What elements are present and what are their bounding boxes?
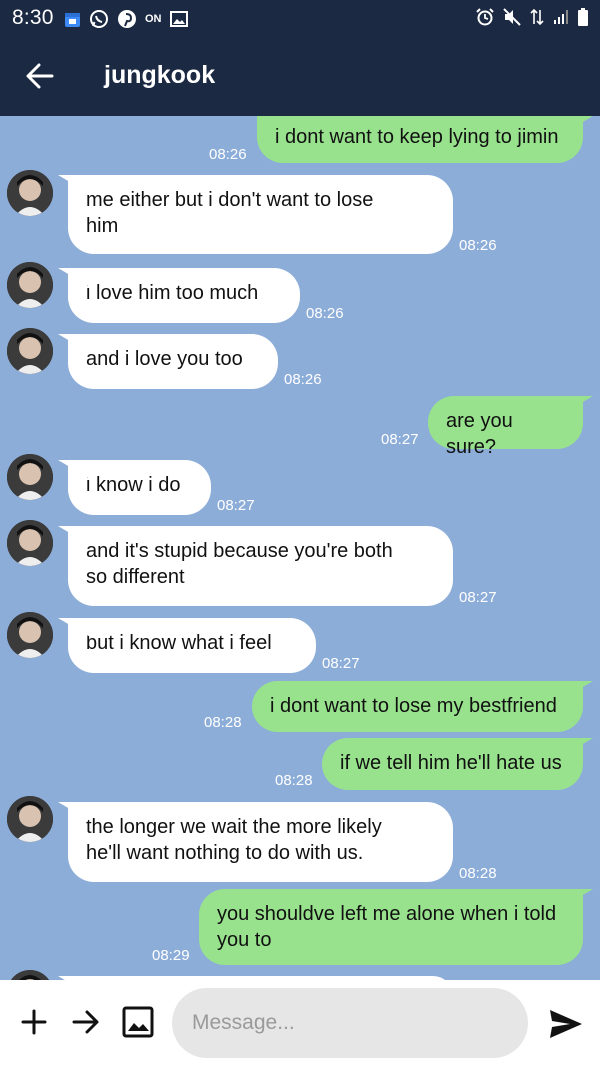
message-text: i love him too much <box>86 282 259 304</box>
on-icon: ON <box>145 13 162 25</box>
status-time: 8:30 <box>12 6 54 29</box>
plus-icon <box>21 1009 47 1035</box>
message-text: but i know what i feel <box>86 632 272 654</box>
chat-header: jungkook <box>0 36 600 116</box>
outgoing-message[interactable]: if we tell him he'll hate us <box>322 738 583 790</box>
message-text: i dont want to keep lying to jimin <box>275 126 559 148</box>
message-text: he'll want nothing to do with us. <box>86 842 364 864</box>
send-button[interactable] <box>544 1002 588 1046</box>
outgoing-message[interactable]: i dont want to lose my bestfriend <box>252 681 583 732</box>
message-text: you shouldve left me alone when i told <box>217 903 557 925</box>
pinterest-icon <box>117 9 137 29</box>
outgoing-message[interactable]: you shouldve left me alone when i told y… <box>199 889 583 965</box>
alarm-icon <box>476 8 494 26</box>
message-text: so different <box>86 566 185 588</box>
attach-button[interactable] <box>16 1004 52 1040</box>
image-icon <box>122 1006 154 1038</box>
message-timestamp: 08:26 <box>209 146 247 163</box>
message-text: and i love you too <box>86 348 243 370</box>
back-arrow-icon <box>26 63 54 89</box>
message-timestamp: 08:26 <box>306 305 344 322</box>
message-timestamp: 08:28 <box>275 772 313 789</box>
message-timestamp: 08:26 <box>459 237 497 254</box>
signal-icon <box>553 9 569 25</box>
message-timestamp: 08:27 <box>217 497 255 514</box>
avatar[interactable] <box>7 454 53 500</box>
incoming-message[interactable]: me either but i don't want to lose him <box>68 175 453 254</box>
message-text: you to <box>217 929 272 951</box>
back-button[interactable] <box>22 58 58 94</box>
message-timestamp: 08:27 <box>459 589 497 606</box>
contact-name[interactable]: jungkook <box>104 61 215 90</box>
status-icons-right <box>476 8 588 26</box>
avatar[interactable] <box>7 262 53 308</box>
incoming-message[interactable]: i know i do <box>68 460 211 515</box>
message-composer <box>0 980 600 1067</box>
avatar[interactable] <box>7 328 53 374</box>
whatsapp-icon <box>89 9 109 29</box>
gallery-button[interactable] <box>120 1004 156 1040</box>
incoming-message[interactable]: i love him too much <box>68 268 300 323</box>
message-text: i know i do <box>86 474 181 496</box>
battery-icon <box>578 8 588 26</box>
send-icon <box>550 1010 582 1038</box>
message-text: if we tell him he'll hate us <box>340 752 562 774</box>
avatar[interactable] <box>7 520 53 566</box>
message-text: me either but i don't want to lose <box>86 189 374 211</box>
message-timestamp: 08:27 <box>322 655 360 672</box>
message-text: are you sure? <box>446 410 513 458</box>
message-timestamp: 08:27 <box>381 431 419 448</box>
incoming-message[interactable]: and it's stupid because you're both so d… <box>68 526 453 606</box>
message-timestamp: 08:28 <box>459 865 497 882</box>
message-list[interactable]: i dont want to keep lying to jimin 08:26… <box>0 116 600 980</box>
message-text: him <box>86 215 119 237</box>
data-icon <box>530 8 544 26</box>
outgoing-message[interactable]: are you sure? <box>428 396 583 458</box>
message-timestamp: 08:26 <box>284 371 322 388</box>
mute-icon <box>503 8 521 26</box>
message-text: and it's stupid because you're both <box>86 540 393 562</box>
forward-arrow-icon <box>72 1010 99 1034</box>
message-text: i dont want to lose my bestfriend <box>270 695 557 717</box>
avatar[interactable] <box>7 170 53 216</box>
status-icons-left: ON <box>64 9 188 29</box>
incoming-message[interactable]: but i know what i feel <box>68 618 316 673</box>
avatar[interactable] <box>7 970 53 980</box>
message-input[interactable] <box>172 988 528 1058</box>
image-icon <box>169 11 188 27</box>
forward-button[interactable] <box>68 1004 104 1040</box>
status-bar: 8:30 ON <box>0 0 600 36</box>
incoming-message[interactable]: the longer we wait the more likely he'll… <box>68 802 453 882</box>
calendar-icon <box>64 11 81 28</box>
message-timestamp: 08:29 <box>152 947 190 964</box>
message-text: the longer we wait the more likely <box>86 816 382 838</box>
outgoing-message[interactable]: i dont want to keep lying to jimin <box>257 116 583 163</box>
message-timestamp: 08:28 <box>204 714 242 731</box>
avatar[interactable] <box>7 796 53 842</box>
avatar[interactable] <box>7 612 53 658</box>
incoming-message[interactable]: and i love you too <box>68 334 278 389</box>
